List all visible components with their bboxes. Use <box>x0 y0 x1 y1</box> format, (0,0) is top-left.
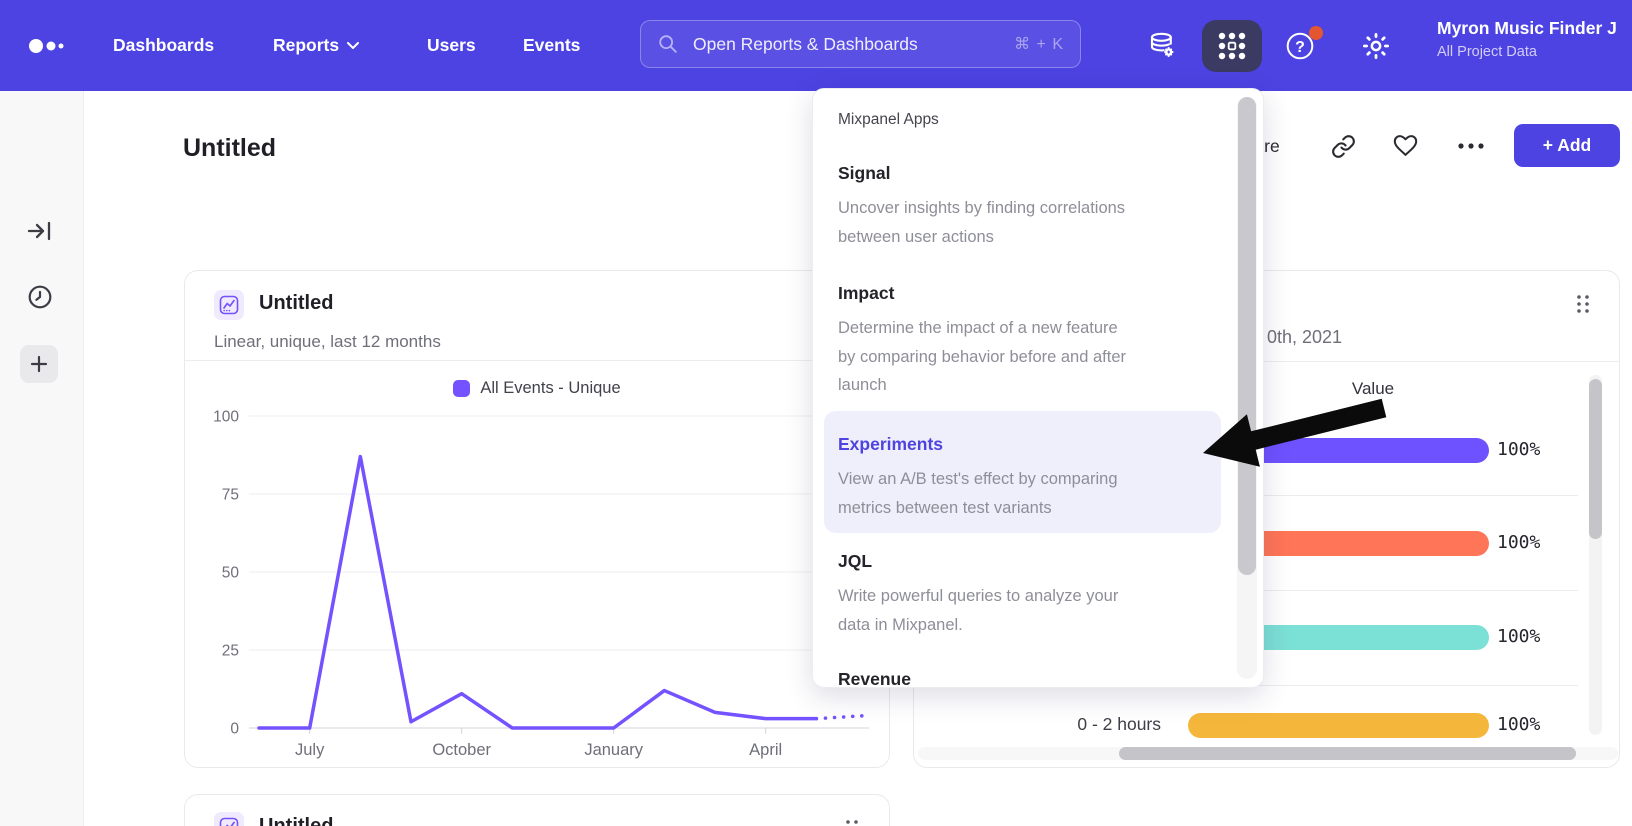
divider <box>185 360 889 361</box>
dropdown-item-title: Revenue <box>838 669 1220 688</box>
chart-card-subtitle: Linear, unique, last 12 months <box>214 332 441 352</box>
search-icon <box>657 33 679 55</box>
favorite-button[interactable] <box>1392 132 1419 159</box>
top-nav: Dashboards Reports Users Events Open Rep… <box>0 0 1632 91</box>
page-title: Untitled <box>183 134 276 163</box>
chevron-down-icon <box>347 42 359 50</box>
left-sidebar <box>0 91 84 826</box>
data-management-button[interactable] <box>1147 0 1177 91</box>
chart-legend[interactable]: All Events - Unique <box>185 374 889 402</box>
table-card-date: 0th, 2021 <box>1267 327 1342 348</box>
apps-item-revenue[interactable]: Revenue <box>838 669 1220 688</box>
legend-swatch <box>453 380 470 397</box>
mixpanel-logo-icon[interactable] <box>24 30 72 62</box>
user-name: Myron Music Finder J <box>1437 18 1632 39</box>
table-horizontal-scrollbar[interactable] <box>1119 747 1576 760</box>
ellipsis-icon <box>1456 141 1486 151</box>
svg-text:October: October <box>432 741 491 759</box>
svg-text:?: ? <box>1295 39 1305 56</box>
mixpanel-apps-dropdown: Mixpanel Apps Signal Uncover insights by… <box>812 88 1264 688</box>
table-row-value: 100% <box>1497 532 1540 553</box>
dropdown-item-description: Determine the impact of a new featureby … <box>838 314 1220 400</box>
svg-text:January: January <box>584 741 643 759</box>
drag-handle-icon[interactable] <box>845 819 859 826</box>
database-gear-icon <box>1147 31 1177 61</box>
nav-item-events[interactable]: Events <box>523 0 580 91</box>
chart-card-title[interactable]: Untitled <box>259 815 333 826</box>
line-chart-icon <box>214 290 244 320</box>
plus-icon <box>29 354 49 374</box>
nav-item-users[interactable]: Users <box>427 0 476 91</box>
dropdown-item-title: Impact <box>838 283 1220 304</box>
copy-link-button[interactable] <box>1331 134 1356 159</box>
svg-text:0: 0 <box>230 721 239 738</box>
table-row-label: 0 - 2 hours <box>974 714 1161 735</box>
insights-chart-card: Untitled Linear, unique, last 12 months … <box>184 270 890 768</box>
expand-sidebar-button[interactable] <box>25 216 55 246</box>
add-button[interactable]: + Add <box>1514 124 1620 167</box>
legend-label: All Events - Unique <box>480 379 620 398</box>
add-report-button[interactable] <box>20 345 58 383</box>
table-vertical-scrollbar[interactable] <box>1589 379 1602 539</box>
mixpanel-app: Dashboards Reports Users Events Open Rep… <box>0 0 1632 826</box>
notification-badge <box>1309 26 1323 40</box>
apps-item-experiments[interactable]: Experiments View an A/B test's effect by… <box>838 434 1220 522</box>
table-column-header: Value <box>1303 379 1443 399</box>
global-search[interactable]: Open Reports & Dashboards ⌘ + K <box>640 20 1081 68</box>
chart-card-title[interactable]: Untitled <box>259 292 333 315</box>
nav-item-label: Reports <box>273 35 339 56</box>
recent-history-button[interactable] <box>25 282 55 312</box>
svg-text:100: 100 <box>213 409 239 426</box>
dropdown-item-title: Signal <box>838 163 1220 184</box>
link-icon <box>1331 134 1356 159</box>
nav-item-dashboards[interactable]: Dashboards <box>113 0 214 91</box>
search-shortcut: ⌘ + K <box>1014 34 1064 54</box>
project-name: All Project Data <box>1437 44 1632 60</box>
heart-icon <box>1392 132 1419 159</box>
second-chart-card: Untitled <box>184 794 890 826</box>
apps-grid-icon <box>1214 28 1250 64</box>
settings-button[interactable] <box>1361 0 1391 91</box>
line-chart-icon <box>214 812 244 826</box>
nav-item-label: Users <box>427 35 476 56</box>
dropdown-scrollbar[interactable] <box>1238 97 1256 575</box>
drag-handle-icon[interactable] <box>1576 294 1590 314</box>
line-chart-plot: 0 25 50 75 100 July October January April <box>185 401 891 769</box>
dropdown-header: Mixpanel Apps <box>838 111 939 129</box>
nav-item-label: Events <box>523 35 580 56</box>
nav-item-reports[interactable]: Reports <box>273 0 359 91</box>
clock-icon <box>26 283 54 311</box>
svg-text:25: 25 <box>222 643 239 660</box>
search-placeholder: Open Reports & Dashboards <box>693 34 1014 55</box>
svg-text:July: July <box>295 741 325 759</box>
apps-menu-button[interactable] <box>1202 20 1262 72</box>
dropdown-item-title: Experiments <box>838 434 1220 455</box>
help-button[interactable]: ? <box>1284 0 1316 91</box>
dropdown-item-description: Write powerful queries to analyze yourda… <box>838 582 1220 639</box>
svg-text:75: 75 <box>222 487 239 504</box>
table-row-value: 100% <box>1497 439 1540 460</box>
table-row-value: 100% <box>1497 714 1540 735</box>
apps-item-impact[interactable]: Impact Determine the impact of a new fea… <box>838 283 1220 400</box>
dropdown-item-description: View an A/B test's effect by comparingme… <box>838 465 1220 522</box>
apps-item-signal[interactable]: Signal Uncover insights by finding corre… <box>838 163 1220 251</box>
more-options-button[interactable] <box>1456 141 1486 151</box>
nav-item-label: Dashboards <box>113 35 214 56</box>
table-row-bar <box>1188 713 1489 738</box>
svg-text:April: April <box>749 741 782 759</box>
table-row-value: 100% <box>1497 626 1540 647</box>
dropdown-item-title: JQL <box>838 551 1220 572</box>
svg-text:50: 50 <box>222 565 240 582</box>
arrow-to-bar-icon <box>26 217 54 245</box>
apps-item-jql[interactable]: JQL Write powerful queries to analyze yo… <box>838 551 1220 639</box>
user-project-menu[interactable]: Myron Music Finder J All Project Data <box>1437 18 1632 60</box>
gear-icon <box>1361 31 1391 61</box>
dropdown-item-description: Uncover insights by finding correlations… <box>838 194 1220 251</box>
